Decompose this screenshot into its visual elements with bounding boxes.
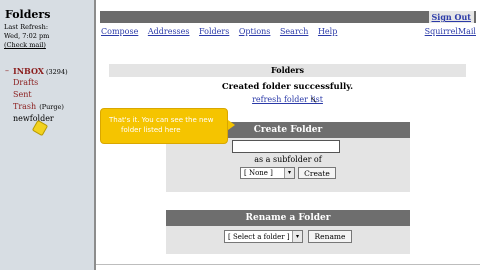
- nav-options[interactable]: Options: [239, 27, 271, 36]
- unread-count: (3294): [46, 68, 68, 76]
- callout-line-2: folder listed here: [121, 126, 181, 134]
- page-title: Folders: [109, 64, 466, 77]
- folder-name-input[interactable]: [232, 140, 340, 153]
- rename-folder-select[interactable]: [ Select a folder ] ▾: [224, 230, 303, 243]
- nav-addresses[interactable]: Addresses: [148, 27, 190, 36]
- rename-button[interactable]: Rename: [308, 230, 352, 243]
- sidebar-title: Folders: [5, 8, 51, 21]
- callout-pointer: [228, 120, 235, 130]
- chevron-down-icon[interactable]: ▾: [284, 168, 294, 178]
- last-refresh: Last Refresh: Wed, 7:02 pm: [4, 23, 49, 40]
- last-refresh-label: Last Refresh:: [4, 23, 49, 31]
- collapse-icon[interactable]: –: [5, 66, 9, 75]
- sign-out-link[interactable]: Sign Out: [428, 11, 474, 23]
- check-mail-link[interactable]: (Check mail): [4, 41, 46, 49]
- rename-folder-header: Rename a Folder: [166, 210, 410, 226]
- sidebar-item-label: INBOX: [13, 66, 44, 76]
- nav-help[interactable]: Help: [318, 27, 337, 36]
- nav-folders[interactable]: Folders: [199, 27, 229, 36]
- sidebar-item-label: newfolder: [13, 114, 54, 123]
- last-refresh-value: Wed, 7:02 pm: [4, 31, 50, 40]
- rename-folder-select-value: [ Select a folder ]: [228, 233, 290, 241]
- parent-folder-select-value: [ None ]: [244, 169, 273, 177]
- parent-folder-select[interactable]: [ None ] ▾: [240, 167, 295, 179]
- sidebar-item-label: Sent: [13, 90, 32, 99]
- main-nav: Compose Addresses Folders Options Search…: [101, 27, 344, 36]
- sidebar-item-label: Drafts: [13, 78, 39, 87]
- sidebar-item-label: Trash: [13, 102, 37, 111]
- sidebar-item-inbox[interactable]: INBOX (3294): [13, 66, 68, 76]
- sidebar-item-newfolder[interactable]: newfolder: [13, 114, 54, 123]
- purge-link[interactable]: (Purge): [39, 103, 64, 111]
- nav-compose[interactable]: Compose: [101, 27, 138, 36]
- refresh-folder-list-link[interactable]: refresh folder list: [109, 95, 466, 104]
- subfolder-label: as a subfolder of: [254, 155, 322, 164]
- status-message: Created folder successfully.: [221, 82, 354, 92]
- callout-line-1: That's it. You can see the new: [109, 116, 214, 124]
- sidebar-item-drafts[interactable]: Drafts: [13, 78, 38, 87]
- top-bar: Sign Out: [100, 11, 476, 23]
- sidebar-item-sent[interactable]: Sent: [13, 90, 32, 99]
- sidebar-item-trash[interactable]: Trash (Purge): [13, 102, 64, 111]
- mouse-cursor-icon: ↖: [310, 96, 318, 106]
- squirrelmail-link[interactable]: SquirrelMail: [425, 27, 476, 36]
- left-sidebar: Folders Last Refresh: Wed, 7:02 pm (Chec…: [0, 0, 94, 270]
- frame-divider[interactable]: [94, 0, 96, 270]
- tutorial-callout: That's it. You can see the new folder li…: [100, 108, 228, 144]
- create-button[interactable]: Create: [298, 167, 336, 179]
- nav-search[interactable]: Search: [280, 27, 308, 36]
- chevron-down-icon[interactable]: ▾: [292, 231, 302, 242]
- divider: [96, 264, 480, 265]
